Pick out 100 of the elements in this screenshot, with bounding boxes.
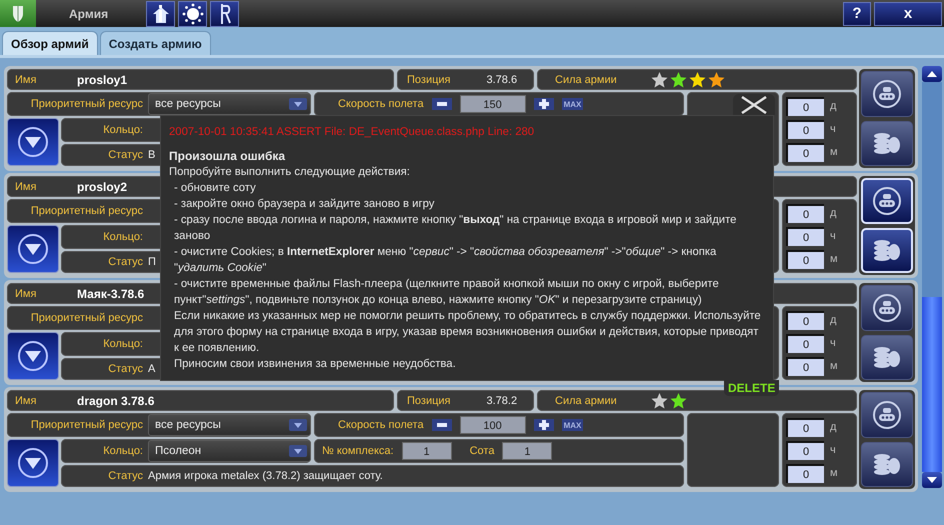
status-text: В (148, 149, 156, 161)
error-line: Попробуйте выполнить следующие действия: (169, 165, 411, 180)
expand-button[interactable] (7, 439, 59, 487)
tab[interactable]: Обзор армий (2, 31, 98, 55)
staff-button[interactable] (210, 0, 239, 26)
ring-label: Кольцо: (102, 445, 144, 457)
sun-button[interactable] (178, 0, 207, 26)
scroll-thumb[interactable] (922, 297, 942, 472)
coins-icon (872, 451, 902, 478)
timer-unit: ч (830, 123, 836, 135)
decrease-button[interactable] (432, 98, 452, 110)
error-line: 2007-10-01 10:35:41 ASSERT File: DE_EventQueue.class.php Line: 280 (169, 125, 536, 140)
scroll-up-button[interactable] (922, 66, 942, 82)
down-circle-icon (17, 126, 49, 158)
error-line: - очистите Cookies; в InternetExplorer меню "сервис" -> "свойства обозревателя" ->"общие" -> кнопка "удалить Cookie" (173, 245, 718, 276)
timer-field[interactable]: 0 (786, 142, 824, 162)
coins-icon (872, 344, 902, 370)
speed-field[interactable]: 150 (460, 95, 526, 113)
army-name: dragon 3.78.6 (77, 394, 154, 408)
timer-field[interactable]: 0 (786, 418, 824, 436)
priority-dropdown[interactable]: все ресурсы (148, 414, 311, 436)
scroll-down-button[interactable] (922, 472, 942, 488)
timer-field[interactable]: 0 (786, 204, 824, 222)
timer-unit: м (830, 360, 838, 372)
timer-unit: д (830, 421, 836, 433)
minus-icon (436, 102, 447, 106)
speed-field[interactable]: 100 (460, 416, 526, 434)
status-label: Статус (107, 149, 144, 161)
status-label: Статус (107, 256, 144, 268)
resources-button[interactable] (861, 120, 913, 166)
decrease-button[interactable] (432, 419, 452, 431)
timer-field[interactable]: 0 (786, 356, 824, 376)
expand-button[interactable] (7, 225, 59, 273)
army-button[interactable] (861, 285, 913, 330)
priority-label: Приоритетный ресурс (30, 312, 144, 324)
coins-icon (872, 130, 902, 156)
expand-button[interactable] (7, 118, 59, 166)
timer-unit: д (830, 207, 836, 219)
status-label: Статус (107, 363, 144, 375)
tank-icon (872, 186, 902, 216)
army-button[interactable] (861, 392, 913, 438)
up-arrow-icon (927, 71, 937, 77)
resources-button[interactable] (861, 442, 913, 487)
timer-field[interactable]: 0 (786, 226, 824, 246)
increase-button[interactable] (534, 98, 554, 110)
army-name: Маяк-3.78.6 (77, 286, 144, 300)
status-text: А (148, 363, 156, 375)
complex-field[interactable]: 1 (402, 442, 452, 460)
tank-icon (872, 292, 902, 323)
complex-label: № комплекса: (322, 445, 394, 457)
caret-icon (289, 98, 307, 110)
timer-field[interactable]: 0 (786, 310, 824, 330)
close-button[interactable]: x (874, 2, 942, 26)
expand-button[interactable] (7, 332, 59, 380)
status-label: Статус (107, 470, 144, 482)
timer-field[interactable]: 0 (786, 464, 824, 482)
cell-label: Сота (470, 445, 494, 457)
timer-unit: м (830, 253, 838, 265)
down-arrow-icon (927, 477, 937, 483)
timer-unit: д (830, 100, 836, 112)
scrollbar[interactable] (922, 66, 942, 488)
help-button[interactable]: ? (843, 2, 871, 26)
timer-field[interactable]: 0 (786, 96, 824, 116)
name-label: Имя (14, 394, 38, 406)
timer-field[interactable]: 0 (786, 250, 824, 268)
ring-label: Кольцо: (102, 124, 144, 136)
down-circle-icon (17, 447, 49, 479)
army-button[interactable] (861, 71, 913, 116)
plus-icon (538, 420, 549, 430)
timer-unit: д (830, 314, 836, 326)
plus-icon (538, 99, 549, 109)
status-text: П (148, 256, 156, 268)
delete-button[interactable]: DELETE (724, 380, 780, 396)
tab[interactable]: Создать армию (100, 31, 211, 55)
army-name: prosloy2 (77, 180, 128, 194)
info-button[interactable] (146, 0, 175, 26)
increase-button[interactable] (534, 419, 554, 431)
caret-icon (289, 445, 307, 457)
timer-field[interactable]: 0 (786, 440, 824, 460)
name-label: Имя (14, 288, 38, 300)
max-button[interactable]: MAX (562, 419, 584, 431)
timer-unit: ч (830, 444, 836, 456)
ring-dropdown[interactable]: Псолеон (148, 440, 311, 462)
dialog-close-tab[interactable] (733, 94, 775, 115)
resources-button[interactable] (861, 334, 913, 380)
cell-field[interactable]: 1 (502, 442, 552, 460)
name-label: Имя (14, 74, 38, 86)
down-circle-icon (17, 340, 49, 372)
close-icon (740, 96, 768, 114)
army-name: prosloy1 (77, 72, 128, 86)
max-button[interactable]: MAX (562, 98, 584, 110)
timer-field[interactable]: 0 (786, 120, 824, 138)
priority-label: Приоритетный ресурс (30, 205, 144, 217)
timer-field[interactable]: 0 (786, 334, 824, 352)
speed-label: Скорость полета (338, 419, 424, 431)
error-line: Если никакие из указанных мер не помогли решить проблему, то обратитесь в службу поддержки. Используйте для этого форму на странице входа в игру, указав время возникновения ошибки и действия, которые приводят к ее появлению. (173, 309, 762, 356)
timer-unit: ч (830, 337, 836, 349)
sun-icon (182, 2, 204, 24)
priority-dropdown[interactable]: все ресурсы (148, 93, 311, 115)
ring-label: Кольцо: (102, 231, 144, 243)
